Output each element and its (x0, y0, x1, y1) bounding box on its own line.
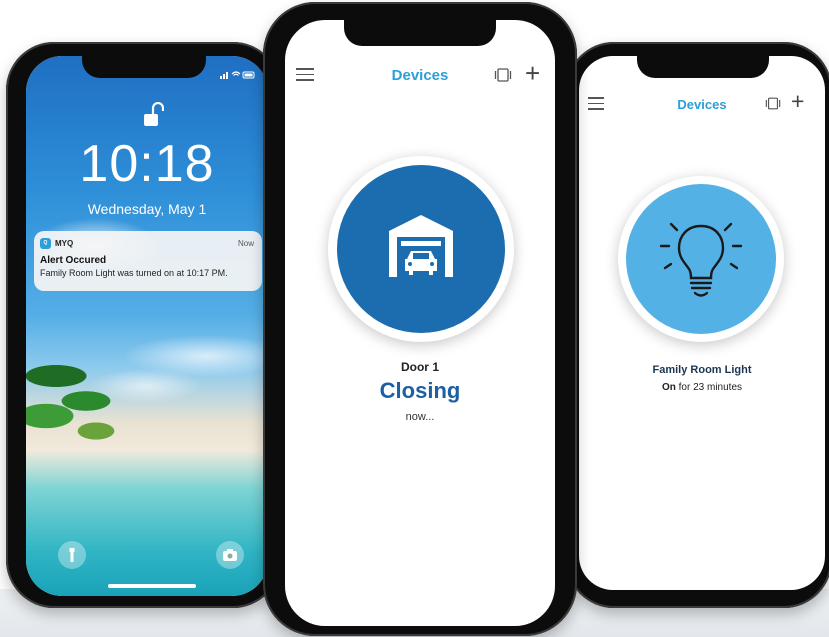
garage-car-icon (389, 215, 453, 277)
lock-time: 10:18 (79, 135, 215, 193)
device-status: Closing (379, 378, 461, 403)
phone-notch (344, 20, 496, 46)
notification-title: Alert Occured (40, 255, 107, 266)
notification-app-name: MYQ (55, 239, 74, 248)
lightbulb-icon (659, 222, 743, 297)
light-screen: Devices + Family Room Light On for 23 mi… (579, 56, 825, 590)
unlocked-padlock-icon (144, 102, 164, 126)
phone-light-screen: Devices + Family Room Light On for 23 mi… (566, 42, 829, 608)
home-indicator[interactable] (108, 584, 196, 588)
camera-icon (223, 549, 237, 561)
notification-card[interactable]: Q MYQ Now Alert Occured Family Room Ligh… (34, 231, 262, 291)
notification-app: Q MYQ (40, 238, 73, 249)
notification-body: Family Room Light was turned on at 10:17… (40, 268, 228, 278)
header-title: Devices (391, 66, 449, 84)
status-bar-icons (220, 70, 256, 82)
garage-door-button[interactable] (328, 156, 514, 342)
app-header: Devices + (285, 58, 555, 88)
camera-button[interactable] (216, 541, 244, 569)
notification-time: Now (237, 239, 254, 248)
view-toggle-icon[interactable] (494, 68, 512, 82)
garage-circle (337, 165, 505, 333)
add-icon[interactable]: + (791, 88, 804, 115)
view-toggle-icon[interactable] (765, 97, 781, 110)
menu-icon[interactable] (296, 68, 314, 82)
phone-notch (82, 56, 206, 78)
light-circle (626, 184, 776, 334)
garage-screen: Devices + Door 1 Closing now... (285, 20, 555, 626)
myq-app-icon: Q (40, 238, 51, 249)
device-name: Family Room Light (652, 364, 752, 376)
phone-notch (637, 56, 769, 78)
phone-garage-screen: Devices + Door 1 Closing now... (263, 2, 577, 636)
lock-screen: 10:18 Wednesday, May 1 Q MYQ Now Alert O… (26, 56, 268, 596)
add-icon[interactable]: + (525, 58, 540, 89)
header-title: Devices (677, 96, 727, 112)
device-status-detail: for 23 minutes (678, 382, 743, 393)
device-name: Door 1 (400, 360, 439, 374)
flashlight-button[interactable] (58, 541, 86, 569)
flashlight-icon (69, 548, 75, 562)
device-state: On (661, 382, 676, 393)
light-button[interactable] (618, 176, 784, 342)
app-header: Devices + (579, 88, 825, 114)
device-status-line: On for 23 minutes (579, 382, 825, 393)
device-status-detail: now... (405, 411, 435, 423)
menu-icon[interactable] (588, 97, 604, 111)
palm-tree (26, 346, 136, 456)
lock-date: Wednesday, May 1 (87, 201, 207, 217)
phone-lock-screen: 10:18 Wednesday, May 1 Q MYQ Now Alert O… (6, 42, 281, 608)
